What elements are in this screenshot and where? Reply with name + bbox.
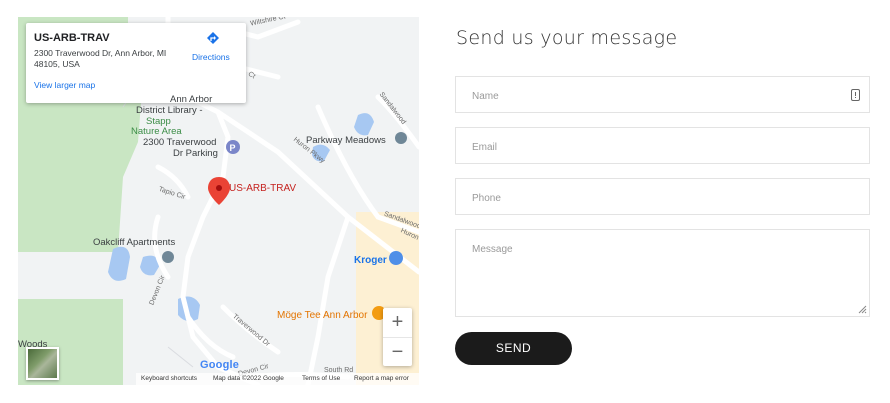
oakcliff-label: Oakcliff Apartments [93,237,176,248]
satellite-toggle-thumbnail[interactable] [26,347,59,380]
terms-of-use-link[interactable]: Terms of Use [302,375,340,382]
map-card-address: 2300 Traverwood Dr, Ann Arbor, MI 48105,… [34,48,167,69]
library-label-2: District Library - [136,105,203,116]
kroger-label: Kroger [354,255,387,266]
autofill-icon[interactable] [851,89,860,101]
map-card-title: US-ARB-TRAV [34,32,110,44]
email-placeholder: Email [472,142,498,153]
library-label-1: Ann Arbor [170,94,213,105]
phone-field[interactable]: Phone [455,178,870,215]
parking-label-2: Dr Parking [173,148,218,159]
name-placeholder: Name [472,91,499,102]
parkway-label: Parkway Meadows [306,135,386,146]
resize-handle-icon[interactable] [857,304,867,314]
message-textarea[interactable]: Message [455,229,870,317]
zoom-control: + − [383,308,412,366]
view-larger-map-link[interactable]: View larger map [34,80,95,90]
embedded-map[interactable]: P US-ARB-TRAV 2300 Traverwood Dr, Ann Ar… [18,17,419,385]
phone-placeholder: Phone [472,193,501,204]
directions-icon[interactable] [206,31,220,47]
zoom-out-button[interactable]: − [383,337,412,367]
message-placeholder: Message [472,244,513,255]
report-map-error-link[interactable]: Report a map error [354,375,409,382]
moge-label: Möge Tee Ann Arbor [277,310,368,321]
email-field[interactable]: Email [455,127,870,164]
svg-text:P: P [230,143,236,153]
map-info-card: US-ARB-TRAV 2300 Traverwood Dr, Ann Arbo… [26,23,246,103]
keyboard-shortcuts-link[interactable]: Keyboard shortcuts [141,375,197,382]
stapp-label-2: Nature Area [131,126,182,137]
google-logo: Google [200,359,240,371]
form-title: Send us your message [456,27,678,49]
zoom-in-button[interactable]: + [383,308,412,337]
map-data-text: Map data ©2022 Google [213,375,284,382]
name-field[interactable]: Name [455,76,870,113]
marker-label[interactable]: US-ARB-TRAV [229,183,296,194]
directions-link[interactable]: Directions [192,52,230,62]
send-button[interactable]: SEND [455,332,572,365]
parking-label-1: 2300 Traverwood [143,137,217,148]
